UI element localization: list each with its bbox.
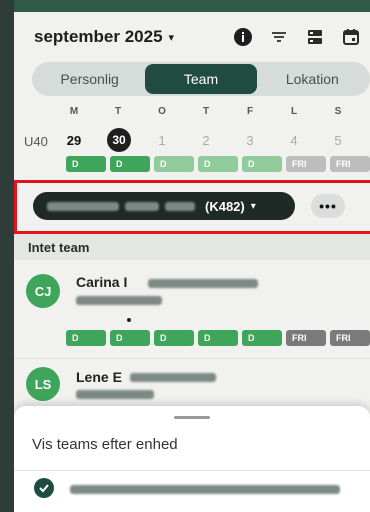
person-name: Lene E — [76, 369, 122, 385]
tab-team[interactable]: Team — [145, 64, 257, 94]
shift-chip[interactable]: D — [66, 156, 106, 172]
week-row: U40 29 30 1 2 3 4 5 — [14, 128, 370, 156]
shift-chip[interactable]: FRI — [330, 330, 370, 346]
day-cell[interactable]: 29 — [60, 133, 88, 148]
person-name: Carina I — [76, 274, 128, 290]
team-selector-highlight: (K482) ▾ ••• — [14, 180, 370, 234]
redacted-text — [47, 201, 119, 211]
bottom-sheet: Vis teams efter enhed — [14, 406, 370, 512]
today-marker[interactable]: 30 — [107, 128, 131, 152]
chevron-down-icon[interactable]: ▾ — [169, 31, 175, 44]
divider — [14, 470, 370, 471]
day-indicator — [127, 318, 131, 322]
shift-chip[interactable]: D — [242, 156, 282, 172]
weekday-label: F — [246, 106, 254, 117]
view-tabs: Personlig Team Lokation — [32, 62, 370, 96]
redacted-text — [125, 201, 159, 211]
tab-personlig[interactable]: Personlig — [34, 64, 145, 94]
calendar-icon[interactable] — [340, 26, 362, 48]
weekday-label: O — [158, 106, 166, 117]
redacted-text — [165, 201, 195, 211]
list-item[interactable]: LS Lene E — [14, 358, 370, 406]
redacted-text[interactable] — [70, 485, 340, 494]
status-strip — [14, 0, 370, 12]
shift-chip[interactable]: D — [198, 330, 238, 346]
check-icon[interactable] — [34, 478, 54, 498]
section-header: Intet team — [14, 234, 370, 260]
more-options-button[interactable]: ••• — [311, 194, 345, 218]
weekday-header: M T O T F L S — [54, 106, 354, 120]
chevron-down-icon: ▾ — [250, 200, 256, 212]
team-dropdown[interactable]: (K482) ▾ — [33, 192, 295, 220]
weekday-label: S — [334, 106, 342, 117]
tab-lokation[interactable]: Lokation — [257, 64, 368, 94]
redacted-text — [76, 296, 162, 305]
shift-chip[interactable]: D — [110, 330, 150, 346]
day-cell[interactable]: 3 — [236, 133, 264, 148]
info-icon[interactable] — [232, 26, 254, 48]
drag-handle[interactable] — [174, 416, 210, 419]
redacted-text — [130, 373, 216, 382]
day-cell[interactable]: 2 — [192, 133, 220, 148]
shift-chip[interactable]: FRI — [330, 156, 370, 172]
shift-chip[interactable]: D — [154, 156, 194, 172]
weekday-label: M — [69, 106, 79, 117]
shift-chip[interactable]: D — [198, 156, 238, 172]
list-item[interactable]: CJ Carina I D D D D D FRI FRI — [14, 262, 370, 356]
day-cell[interactable]: 4 — [280, 133, 308, 148]
layout-icon[interactable] — [304, 26, 326, 48]
team-code: (K482) — [205, 198, 245, 214]
day-cell[interactable]: 1 — [148, 133, 176, 148]
avatar: LS — [26, 367, 60, 401]
redacted-text — [148, 279, 258, 288]
shift-chip[interactable]: D — [242, 330, 282, 346]
month-selector[interactable]: september 2025 — [34, 27, 163, 47]
weekday-label: L — [290, 106, 298, 117]
shift-chip[interactable]: FRI — [286, 156, 326, 172]
shift-chip[interactable]: D — [66, 330, 106, 346]
weekday-label: T — [202, 106, 210, 117]
calendar-header: september 2025 ▾ — [14, 12, 370, 62]
filter-icon[interactable] — [268, 26, 290, 48]
day-cell[interactable]: 5 — [324, 133, 352, 148]
shift-chip[interactable]: D — [154, 330, 194, 346]
redacted-text — [76, 390, 154, 399]
shift-chip[interactable]: FRI — [286, 330, 326, 346]
week-number: U40 — [24, 134, 48, 149]
app-screen: september 2025 ▾ Personlig Team Lokation… — [14, 0, 370, 512]
avatar: CJ — [26, 274, 60, 308]
weekday-label: T — [114, 106, 122, 117]
shift-chip[interactable]: D — [110, 156, 150, 172]
sheet-title: Vis teams efter enhed — [32, 436, 178, 453]
